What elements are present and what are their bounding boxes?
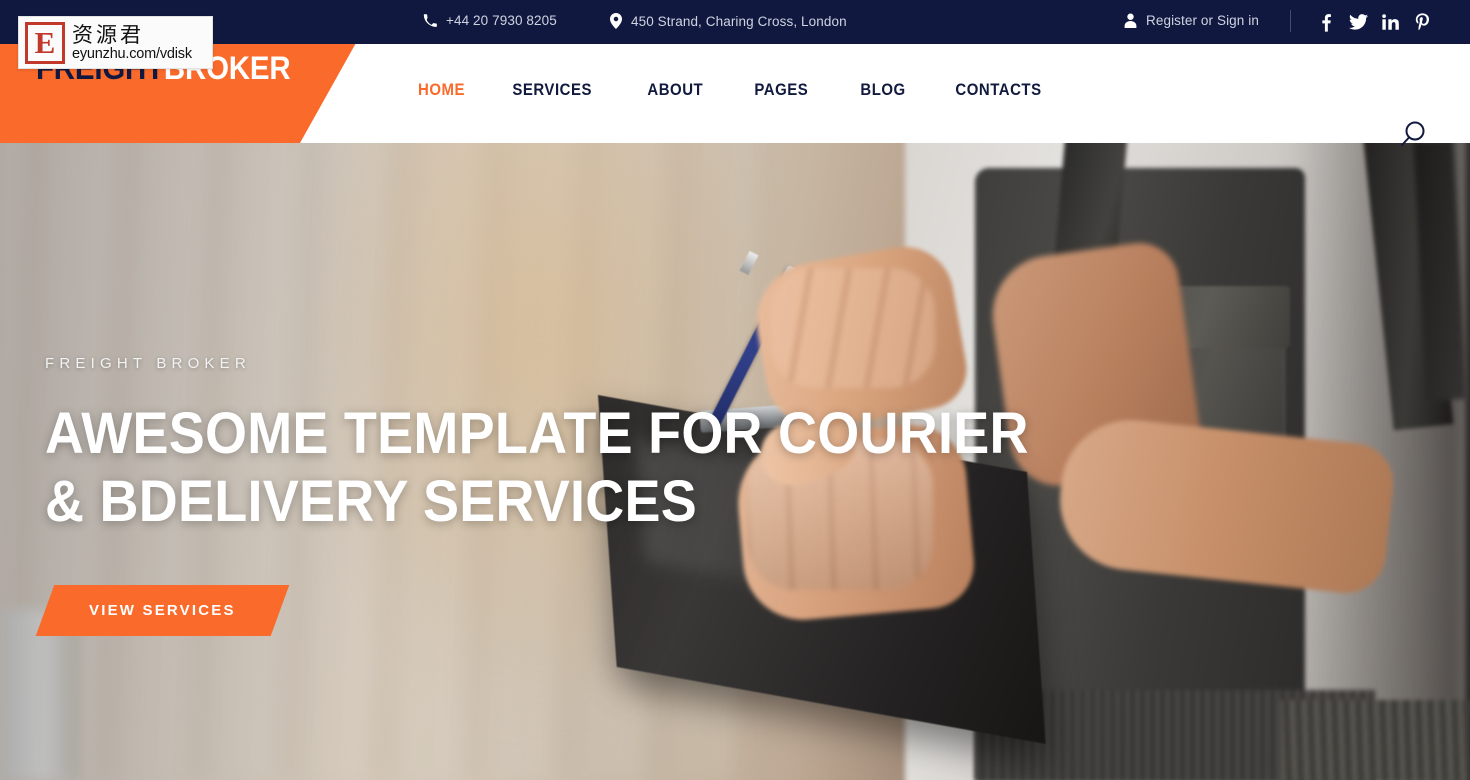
- top-utility-bar: +44 20 7930 8205 450 Strand, Charing Cro…: [0, 0, 1470, 44]
- address-text: 450 Strand, Charing Cross, London: [631, 13, 847, 29]
- page-root: +44 20 7930 8205 450 Strand, Charing Cro…: [0, 0, 1470, 780]
- watermark-text-group: 资源君 eyunzhu.com/vdisk: [72, 24, 192, 62]
- facebook-icon[interactable]: [1310, 11, 1342, 33]
- register-signin-link[interactable]: Register or Sign in: [1124, 13, 1259, 28]
- watermark-url: eyunzhu.com/vdisk: [72, 45, 192, 62]
- hero-headline: AWESOME TEMPLATE FOR COURIER & BDELIVERY…: [45, 400, 1029, 537]
- nav-item-services[interactable]: SERVICES: [493, 80, 611, 100]
- linkedin-icon[interactable]: [1374, 11, 1406, 33]
- hero-eyebrow: FREIGHT BROKER: [45, 355, 251, 372]
- user-icon: [1124, 13, 1137, 28]
- watermark-chinese-text: 资源君: [72, 22, 144, 47]
- pinterest-icon[interactable]: [1406, 11, 1438, 33]
- view-services-label: VIEW SERVICES: [89, 601, 236, 619]
- nav-item-contacts[interactable]: CONTACTS: [936, 80, 1061, 100]
- phone-icon: [423, 13, 437, 28]
- register-signin-label: Register or Sign in: [1146, 13, 1259, 28]
- social-links: [1310, 11, 1438, 33]
- twitter-icon[interactable]: [1342, 11, 1374, 33]
- search-icon[interactable]: [1398, 118, 1432, 152]
- hero-headline-line-2: & BDELIVERY SERVICES: [45, 469, 698, 535]
- topbar-divider: [1290, 10, 1291, 32]
- nav-item-pages[interactable]: PAGES: [735, 80, 828, 100]
- nav-item-about[interactable]: ABOUT: [628, 80, 723, 100]
- location-pin-icon: [610, 13, 622, 29]
- hero-content: FREIGHT BROKER AWESOME TEMPLATE FOR COUR…: [35, 355, 1103, 636]
- nav-item-blog[interactable]: BLOG: [841, 80, 925, 100]
- nav-item-home[interactable]: HOME: [418, 80, 484, 100]
- watermark-badge: E 资源君 eyunzhu.com/vdisk: [18, 16, 213, 69]
- address-contact[interactable]: 450 Strand, Charing Cross, London: [610, 13, 847, 29]
- phone-contact[interactable]: +44 20 7930 8205: [423, 13, 557, 28]
- view-services-button[interactable]: VIEW SERVICES: [35, 584, 289, 636]
- hero-headline-line-1: AWESOME TEMPLATE FOR COURIER: [45, 401, 1029, 466]
- phone-number: +44 20 7930 8205: [446, 13, 557, 28]
- watermark-letter-e: E: [25, 21, 65, 64]
- nav-links: HOME SERVICES ABOUT PAGES BLOG CONTACTS: [418, 80, 1078, 100]
